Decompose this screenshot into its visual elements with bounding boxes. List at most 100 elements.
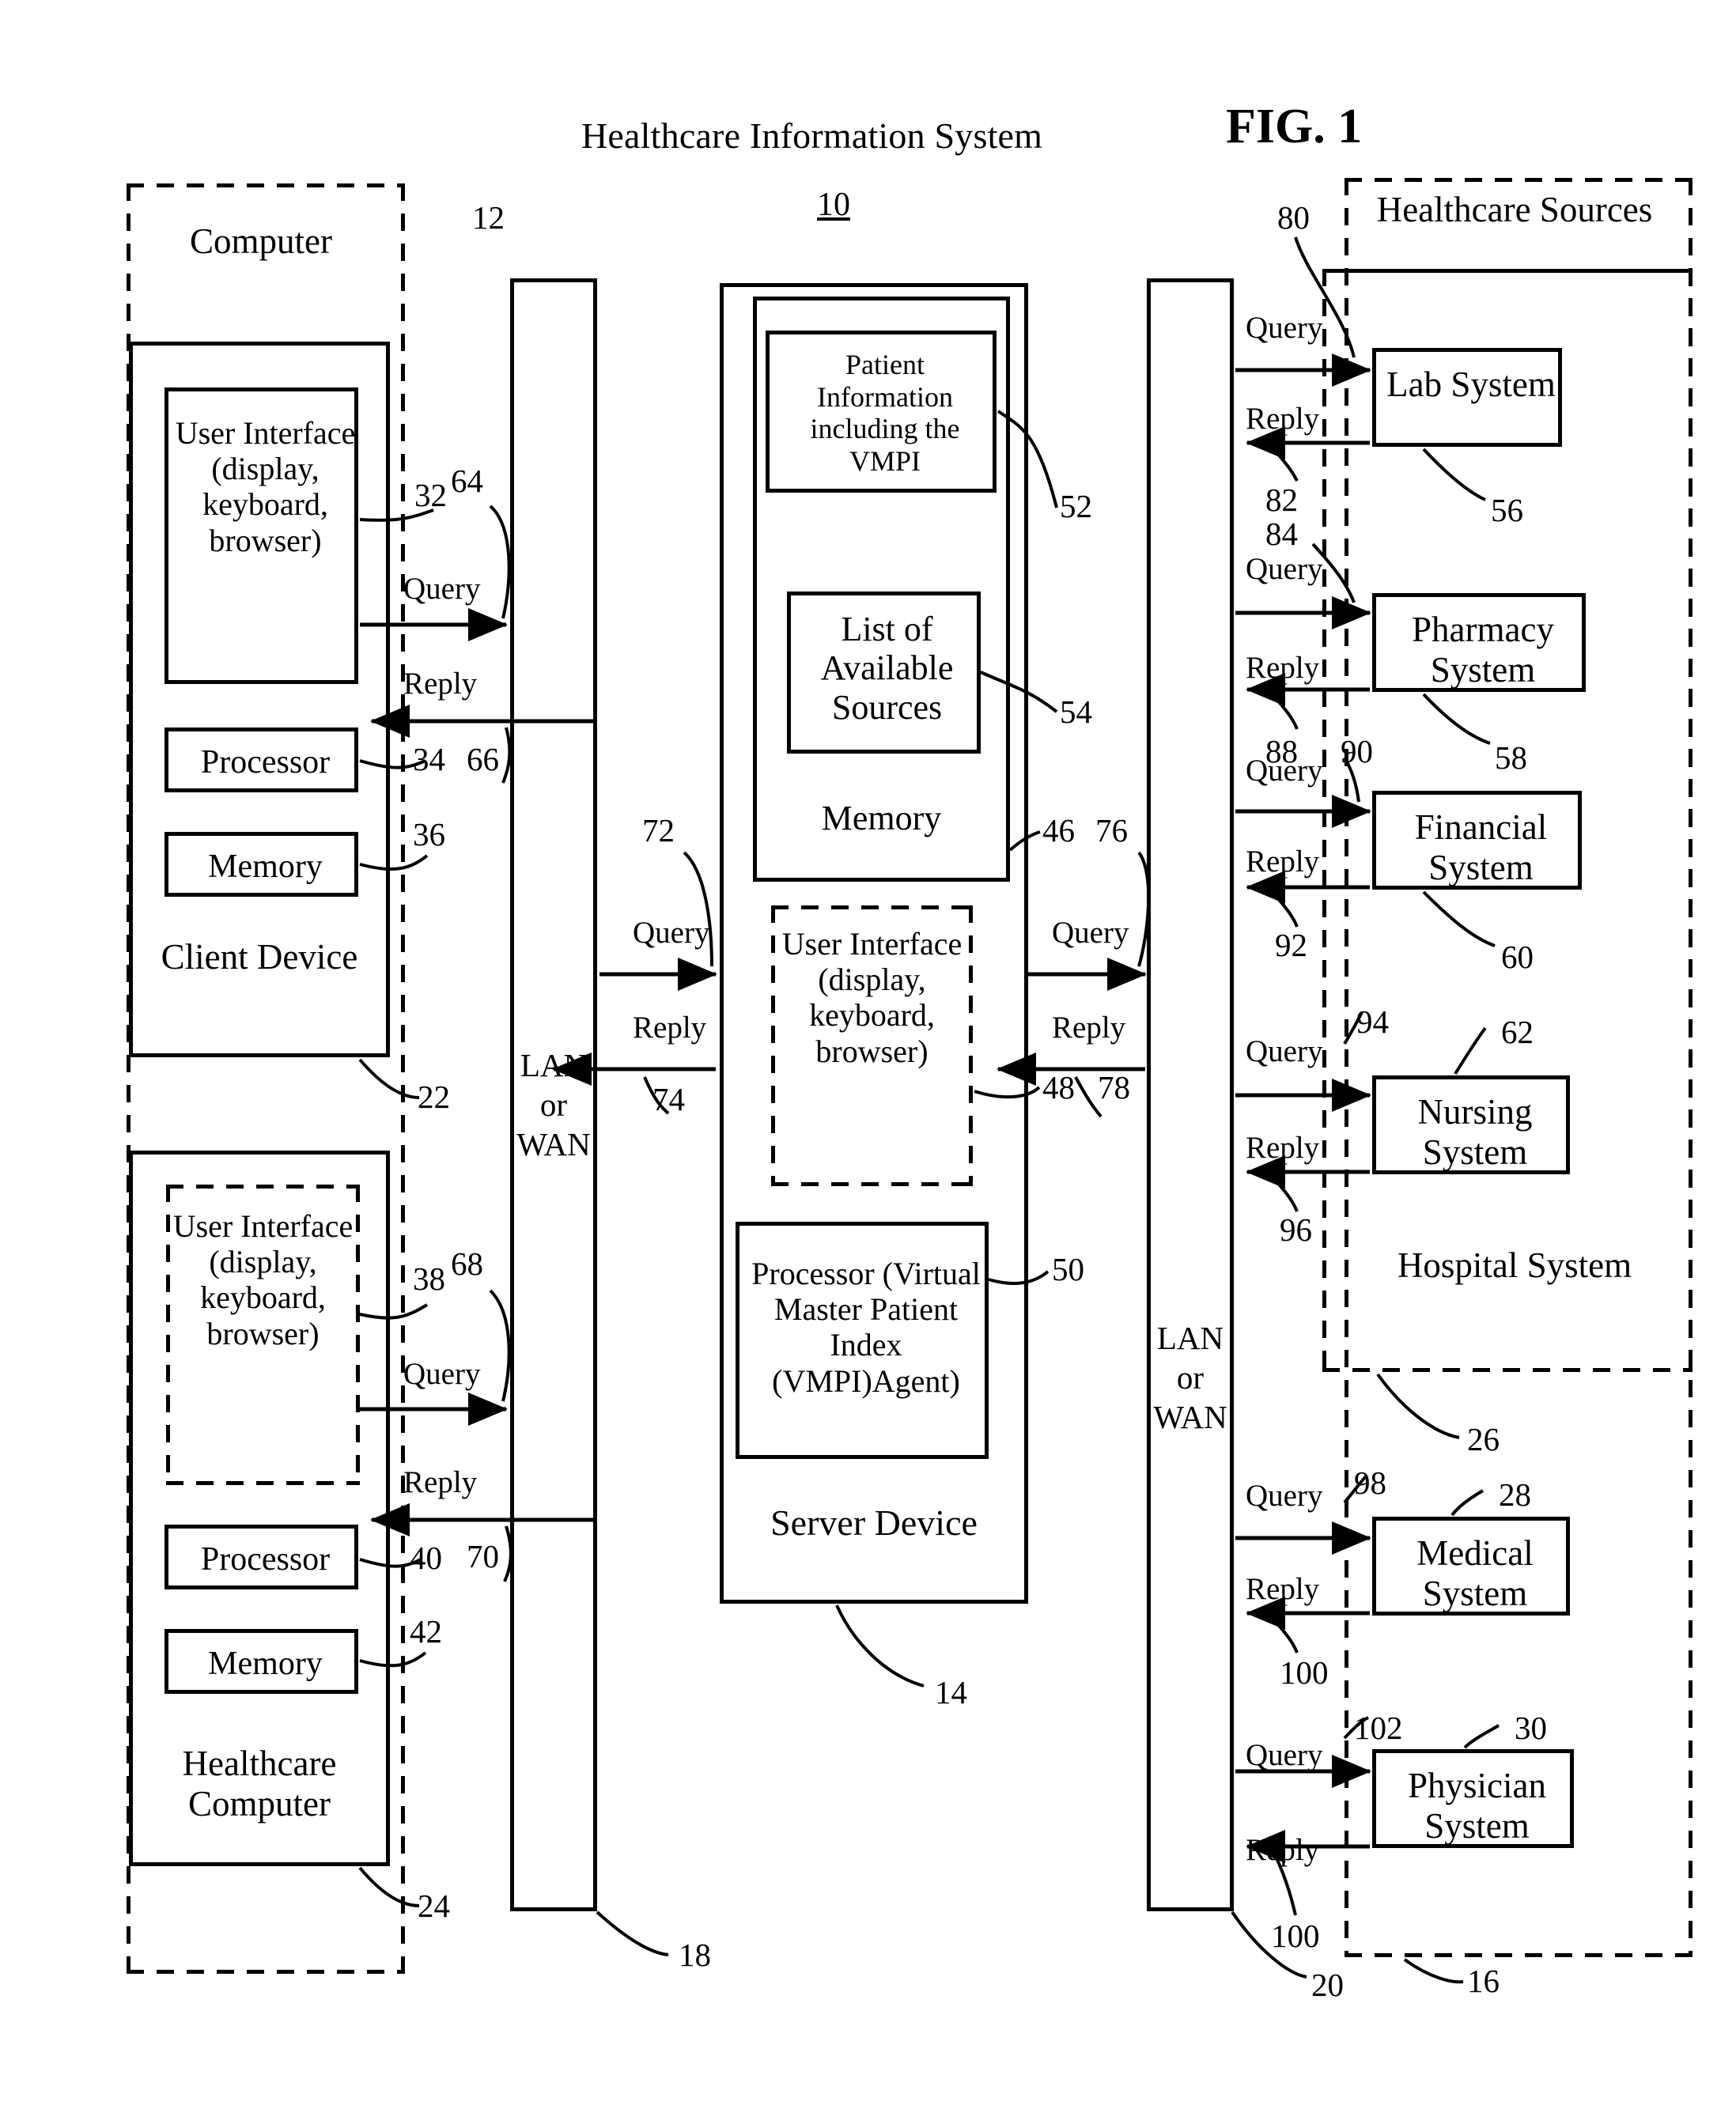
- hospital-system-label: Hospital System: [1397, 1245, 1632, 1285]
- healthcare-computer-label: Healthcare Computer: [182, 1744, 337, 1824]
- flow-label-reply-86: Reply: [1246, 651, 1320, 685]
- ref-94: 96: [1280, 1211, 1312, 1248]
- flow-label-query-72: Query: [633, 916, 710, 950]
- ref-74: 74: [652, 1081, 685, 1117]
- ref-78: 78: [1098, 1069, 1130, 1105]
- client-memory-box: Memory: [165, 832, 358, 897]
- available-sources-label: List of Available Sources: [820, 610, 954, 727]
- ref-38: 38: [413, 1260, 445, 1297]
- server-memory-label: Memory: [821, 799, 942, 837]
- flow-label-query-84: Query: [1246, 552, 1323, 586]
- flow-label-reply-94: Reply: [1246, 1131, 1320, 1165]
- ref-34: 34: [413, 741, 445, 777]
- ref-68: 68: [451, 1245, 483, 1282]
- ref-80: 80: [1277, 199, 1310, 236]
- flow-label-reply-70: Reply: [403, 1465, 478, 1499]
- ref-60: 60: [1501, 939, 1534, 975]
- lab-system-label: Lab System: [1386, 365, 1556, 404]
- client-device-label: Client Device: [161, 937, 358, 977]
- financial-system-label: Financial System: [1414, 807, 1548, 887]
- server-device-label: Server Device: [770, 1502, 978, 1543]
- ref-14: 14: [935, 1674, 967, 1710]
- network-lan-wan-right-label: LAN or WAN: [1153, 1320, 1227, 1436]
- ref-26: 26: [1467, 1421, 1500, 1457]
- client-processor-label: Processor: [200, 744, 331, 780]
- flow-label-query-76: Query: [1052, 916, 1129, 950]
- healthcare-processor-box: Processor: [165, 1525, 358, 1589]
- ref-18: 18: [679, 1937, 711, 1973]
- healthcare-user-interface-box: User Interface (display, keyboard, brows…: [166, 1185, 360, 1485]
- ref-20: 20: [1311, 1967, 1344, 2003]
- ref-12: 12: [472, 199, 505, 236]
- patient-information-label: Patient Information including the VMPI: [810, 349, 960, 478]
- healthcare-processor-label: Processor: [200, 1541, 331, 1578]
- flow-label-query-80: Query: [1246, 311, 1323, 345]
- flow-label-query-64: Query: [403, 572, 481, 606]
- figure-title: Healthcare Information System: [581, 115, 1043, 156]
- ref-70: 70: [467, 1538, 499, 1574]
- ref-46: 46: [1042, 812, 1075, 848]
- flow-label-query-92: Query: [1246, 1034, 1323, 1068]
- ref-96: 98: [1354, 1465, 1386, 1501]
- ref-50: 50: [1052, 1251, 1084, 1287]
- flow-label-reply-82: Reply: [1246, 402, 1320, 436]
- vmpi-processor-box: Processor (Virtual Master Patient Index …: [736, 1222, 989, 1459]
- source-box-pharmacy-system: Pharmacy System: [1372, 593, 1586, 692]
- ref-72: 72: [642, 812, 675, 848]
- healthcare-memory-label: Memory: [208, 1646, 323, 1682]
- client-user-interface-label: User Interface (display, keyboard, brows…: [175, 415, 356, 558]
- flow-label-query-68: Query: [403, 1357, 481, 1391]
- ref-30: 30: [1515, 1710, 1547, 1746]
- healthcare-memory-box: Memory: [165, 1629, 358, 1694]
- ref-88: 90: [1341, 733, 1373, 769]
- source-box-physician-system: Physician System: [1372, 1749, 1574, 1848]
- flow-label-reply-74: Reply: [633, 1011, 707, 1045]
- ref-82: 82: [1265, 482, 1298, 518]
- ref-42: 42: [410, 1613, 442, 1650]
- flow-label-query-96: Query: [1246, 1479, 1323, 1513]
- ref-40: 40: [410, 1540, 442, 1576]
- ref-62: 62: [1501, 1014, 1534, 1050]
- network-lan-wan-left: LAN or WAN: [510, 278, 597, 1911]
- figure-number-label: FIG. 1: [1226, 100, 1363, 153]
- source-box-lab-system: Lab System: [1372, 348, 1562, 447]
- flow-label-query-100: Query: [1246, 1738, 1323, 1772]
- ref-64: 64: [451, 463, 483, 499]
- pharmacy-system-label: Pharmacy System: [1412, 610, 1554, 690]
- flow-label-reply-66: Reply: [403, 667, 478, 701]
- ref-84: 84: [1265, 516, 1298, 552]
- nursing-system-label: Nursing System: [1417, 1092, 1533, 1172]
- ref-58: 58: [1495, 739, 1527, 776]
- network-lan-wan-right: LAN or WAN: [1147, 278, 1234, 1911]
- vmpi-processor-label: Processor (Virtual Master Patient Index …: [751, 1256, 981, 1399]
- server-user-interface-box: User Interface (display, keyboard, brows…: [771, 905, 973, 1186]
- ref-28: 28: [1499, 1476, 1531, 1513]
- ref-48: 48: [1042, 1069, 1075, 1105]
- ref-66: 66: [467, 741, 499, 777]
- physician-system-label: Physician System: [1408, 1766, 1546, 1846]
- patent-figure-page: Healthcare Information System 10 FIG. 1 …: [0, 0, 1736, 2124]
- source-box-medical-system: Medical System: [1372, 1517, 1570, 1616]
- client-processor-box: Processor: [165, 728, 358, 792]
- patient-information-box: Patient Information including the VMPI: [766, 331, 997, 493]
- source-box-nursing-system: Nursing System: [1372, 1075, 1570, 1174]
- flow-label-reply-98: Reply: [1246, 1572, 1320, 1606]
- server-user-interface-label: User Interface (display, keyboard, brows…: [781, 926, 963, 1069]
- client-user-interface-box: User Interface (display, keyboard, brows…: [165, 387, 358, 684]
- source-box-financial-system: Financial System: [1372, 791, 1582, 890]
- ref-32: 32: [414, 477, 447, 513]
- available-sources-box: List of Available Sources: [787, 591, 981, 754]
- healthcare-user-interface-label: User Interface (display, keyboard, brows…: [172, 1208, 354, 1351]
- computer-label: Computer: [190, 221, 332, 261]
- ref-102-bottom: 100: [1271, 1918, 1320, 1954]
- ref-92: 94: [1356, 1003, 1389, 1040]
- flow-label-reply-90: Reply: [1246, 845, 1320, 879]
- medical-system-label: Medical System: [1416, 1533, 1534, 1613]
- ref-56: 56: [1491, 492, 1523, 528]
- ref-16: 16: [1467, 1963, 1500, 1999]
- ref-36: 36: [413, 816, 445, 852]
- healthcare-sources-label: Healthcare Sources: [1376, 190, 1653, 229]
- client-memory-label: Memory: [208, 848, 323, 885]
- flow-label-reply-78: Reply: [1052, 1011, 1126, 1045]
- ref-76: 76: [1095, 812, 1128, 848]
